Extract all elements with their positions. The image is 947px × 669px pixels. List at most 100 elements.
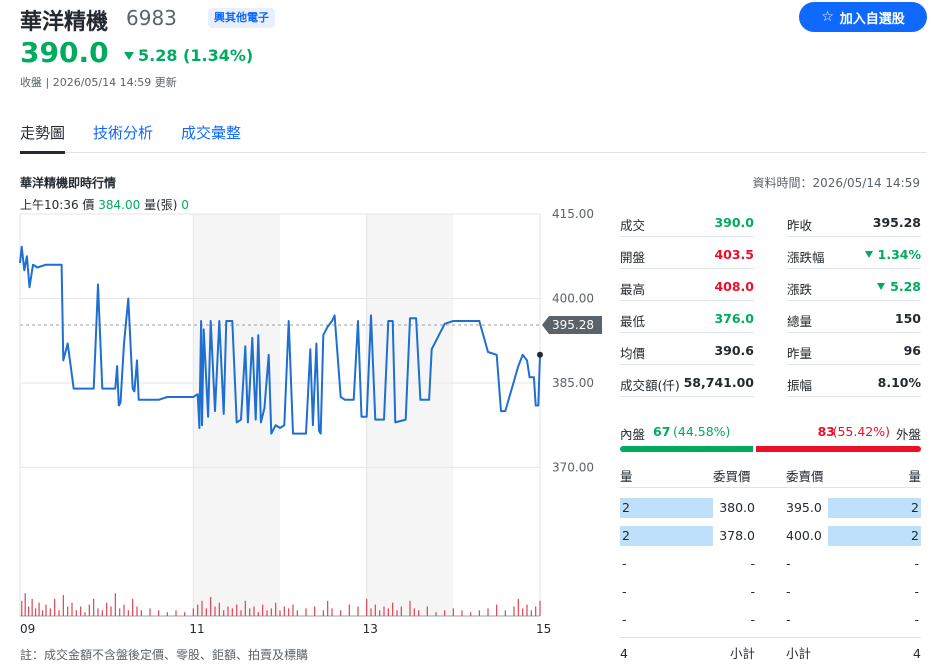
stat-right-3-label: 總量: [787, 314, 813, 329]
ask-qty-bar: [828, 498, 921, 518]
stat-left-1-row: 開盤 403.5: [620, 238, 754, 269]
volume-bar-2: [28, 606, 30, 616]
tab-technical-analysis[interactable]: 技術分析: [93, 122, 153, 151]
volume-bar-57: [288, 608, 290, 616]
stat-right-4-row: 昨量 96: [787, 334, 921, 365]
footnote: 註：成交金額不含盤後定價、零股、鉅額、拍賣及標購: [20, 648, 309, 662]
volume-bar-96: [539, 600, 541, 616]
ask-total-label: 小計: [786, 646, 812, 661]
volume-bar-90: [513, 606, 515, 616]
reference-price-label: 395.28: [552, 318, 594, 332]
volume-bar-61: [314, 606, 316, 616]
stat-right-1-value-text: 1.34%: [877, 247, 921, 262]
star-icon: ☆: [821, 9, 834, 25]
stat-left-1-label: 開盤: [620, 250, 646, 265]
stat-right-3-row: 總量 150: [787, 302, 921, 333]
chart-title: 華洋精機即時行情: [20, 176, 117, 190]
bid-qty: 2: [622, 500, 630, 515]
current-price: 390.0: [20, 36, 109, 69]
volume-bar-27: [132, 598, 134, 616]
ask-qty: -: [914, 556, 919, 571]
volume-bar-9: [54, 598, 56, 616]
y-tick-label: 415.00: [552, 207, 594, 221]
ask-qty: -: [914, 584, 919, 599]
price-change: 5.28 (1.34%): [124, 46, 253, 65]
volume-bar-84: [461, 610, 463, 616]
volume-bar-29: [140, 610, 142, 616]
stat-left-2-value-text: 408.0: [714, 279, 754, 294]
volume-bar-4: [35, 608, 37, 616]
volume-bar-70: [374, 604, 376, 616]
volume-bar-28: [136, 606, 138, 616]
ask-price: -: [786, 556, 791, 571]
volume-bar-75: [396, 610, 398, 616]
stat-right-5-label: 振幅: [787, 378, 813, 393]
volume-bar-88: [496, 604, 498, 616]
volume-bar-13: [71, 602, 73, 616]
inner-label: 內盤: [620, 427, 646, 442]
volume-bar-42: [223, 610, 225, 616]
inner-value: 67: [653, 424, 671, 439]
stat-left-0-value: 390.0: [714, 215, 754, 230]
ask-qty: -: [914, 612, 919, 627]
stat-left-2-value: 408.0: [714, 279, 754, 294]
stat-left-2-row: 最高 408.0: [620, 270, 754, 301]
stat-right-0-row: 昨收 395.28: [787, 206, 921, 237]
stat-left-3-value: 376.0: [714, 311, 754, 326]
volume-bar-1: [24, 593, 26, 616]
volume-bar-63: [327, 600, 329, 616]
stat-right-4-value: 96: [904, 343, 921, 358]
intraday-chart[interactable]: 415.00 400.00 385.00 370.00 09 11 13 15 395.28: [0, 200, 610, 669]
stat-right-5-row: 振幅 8.10%: [787, 366, 921, 397]
volume-bar-91: [517, 598, 519, 616]
order-book-footer-divider: [620, 637, 921, 638]
volume-bar-89: [504, 610, 506, 616]
ask-price: 395.0: [786, 500, 822, 515]
tab-trade-summary[interactable]: 成交彙整: [181, 122, 241, 151]
volume-bar-16: [84, 612, 86, 616]
outer-bar: [756, 446, 921, 452]
bid-qty-header: 量: [620, 469, 633, 484]
bid-qty-bar: [620, 498, 713, 518]
volume-bar-48: [249, 608, 251, 616]
add-to-watchlist-button[interactable]: ☆ 加入自選股: [799, 2, 927, 32]
stat-left-5-value: 58,741.00: [684, 375, 754, 390]
stat-left-0-row: 成交 390.0: [620, 206, 754, 237]
stat-left-3-row: 最低 376.0: [620, 302, 754, 333]
volume-bar-0: [21, 600, 23, 616]
volume-bar-76: [400, 606, 402, 616]
volume-bar-21: [106, 602, 108, 616]
volume-bar-32: [166, 612, 168, 616]
volume-bar-94: [530, 610, 532, 616]
bid-price-header: 委買價: [713, 469, 751, 484]
industry-badge[interactable]: 興其他電子: [208, 8, 275, 28]
bid-price: -: [750, 612, 755, 627]
stock-name: 華洋精機: [20, 10, 109, 35]
ask-price-header: 委賣價: [786, 469, 824, 484]
inner-bar: [620, 446, 753, 452]
y-tick-label: 400.00: [552, 291, 594, 305]
volume-bar-10: [58, 610, 60, 616]
volume-bar-46: [240, 610, 242, 616]
volume-bar-19: [97, 608, 99, 616]
tab-trend[interactable]: 走勢圖: [20, 122, 66, 154]
stat-right-3-value-text: 150: [894, 311, 921, 326]
volume-bar-64: [331, 608, 333, 616]
volume-bar-38: [205, 608, 207, 616]
stat-right-0-label: 昨收: [787, 218, 813, 233]
volume-bar-3: [31, 598, 33, 616]
volume-bar-80: [426, 606, 428, 616]
volume-bar-68: [366, 598, 368, 616]
volume-bar-12: [67, 606, 69, 616]
stat-left-4-value: 390.6: [714, 343, 754, 358]
outer-label: 外盤: [895, 427, 921, 442]
stat-right-0-value: 395.28: [873, 215, 921, 230]
volume-bar-43: [227, 606, 229, 616]
volume-bar-30: [149, 608, 151, 616]
volume-bar-14: [75, 610, 77, 616]
bid-qty: -: [622, 612, 627, 627]
y-tick-label: 370.00: [552, 460, 594, 474]
x-tick-label: 11: [189, 622, 204, 636]
stat-left-4-value-text: 390.6: [714, 343, 754, 358]
stat-left-5-value-text: 58,741.00: [683, 375, 754, 390]
